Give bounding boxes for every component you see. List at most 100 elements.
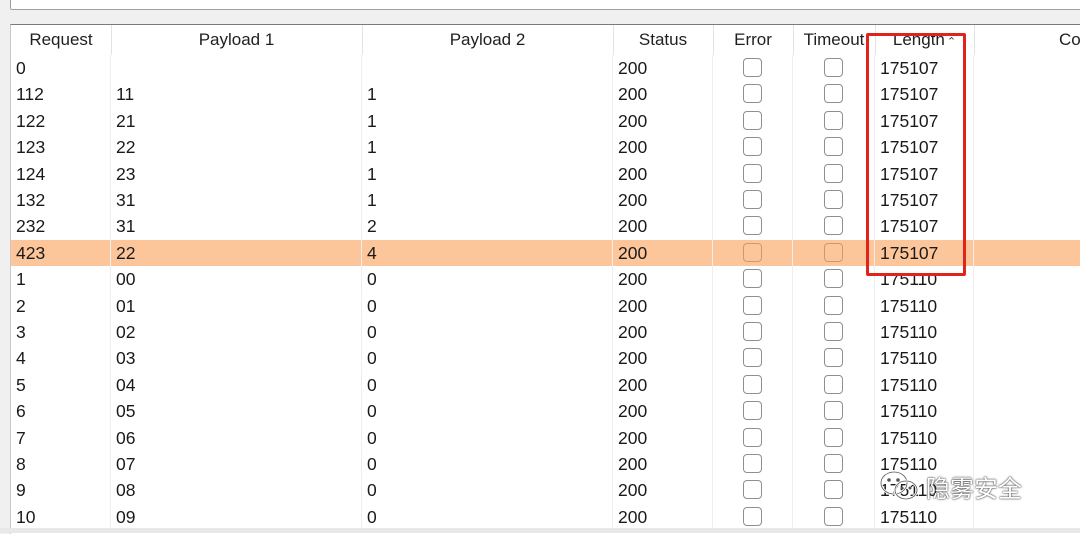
cell-request: 4 <box>11 345 111 372</box>
cell-payload-1: 31 <box>111 187 362 214</box>
timeout-checkbox[interactable] <box>824 190 843 209</box>
cell-payload-1: 02 <box>111 319 362 346</box>
table-row[interactable]: 3 02 0 200 175110 <box>11 319 1080 346</box>
error-checkbox[interactable] <box>743 401 762 421</box>
cell-payload-2: 1 <box>362 187 613 214</box>
error-checkbox[interactable] <box>743 348 762 368</box>
table-row[interactable]: 6 05 0 200 175110 <box>11 398 1080 425</box>
table-row[interactable]: 124 23 1 200 175107 <box>11 160 1080 187</box>
table-row[interactable]: 232 31 2 200 175107 <box>11 213 1080 240</box>
cell-status: 200 <box>613 107 713 135</box>
cell-timeout <box>793 424 875 451</box>
error-checkbox[interactable] <box>743 427 762 447</box>
error-checkbox[interactable] <box>743 322 762 341</box>
timeout-checkbox[interactable] <box>824 110 843 130</box>
error-checkbox[interactable] <box>743 374 762 394</box>
table-row[interactable]: 423 22 4 200 175107 <box>11 239 1080 267</box>
table-row[interactable]: 123 22 1 200 175107 <box>11 134 1080 161</box>
cell-status: 200 <box>613 477 713 504</box>
cell-comment <box>974 213 1080 239</box>
timeout-checkbox[interactable] <box>824 480 843 500</box>
cell-status: 200 <box>613 213 713 240</box>
table-row[interactable]: 7 06 0 200 175110 <box>11 424 1080 451</box>
cell-payload-1: 21 <box>111 107 362 135</box>
cell-comment <box>974 266 1080 292</box>
wechat-icon <box>878 469 920 503</box>
table-row[interactable]: 1 00 0 200 175110 <box>11 266 1080 293</box>
timeout-checkbox[interactable] <box>824 506 843 526</box>
column-header-payload-2[interactable]: Payload 2 <box>362 25 614 55</box>
cell-length: 175107 <box>875 81 974 108</box>
column-header-length[interactable]: Length ⌃ <box>875 25 975 55</box>
cell-request: 5 <box>11 371 111 399</box>
cell-error <box>713 213 793 240</box>
table-row[interactable]: 122 21 1 200 175107 <box>11 107 1080 135</box>
timeout-checkbox[interactable] <box>824 163 843 183</box>
cell-length: 175110 <box>875 292 974 319</box>
error-checkbox[interactable] <box>743 216 762 236</box>
column-header-status[interactable]: Status <box>613 25 714 55</box>
error-checkbox[interactable] <box>743 454 762 473</box>
cell-length: 175107 <box>875 134 974 161</box>
cell-comment <box>974 345 1080 371</box>
cell-payload-2: 1 <box>362 81 613 108</box>
timeout-checkbox[interactable] <box>824 295 843 315</box>
table-row[interactable]: 132 31 1 200 175107 <box>11 187 1080 214</box>
timeout-checkbox[interactable] <box>824 216 843 236</box>
cell-status: 200 <box>613 81 713 108</box>
table-row[interactable]: 112 11 1 200 175107 <box>11 81 1080 108</box>
column-header-error[interactable]: Error <box>713 25 794 55</box>
cell-error <box>713 187 793 214</box>
error-checkbox[interactable] <box>743 480 762 500</box>
error-checkbox[interactable] <box>743 84 762 104</box>
timeout-checkbox[interactable] <box>824 84 843 104</box>
watermark: 隐雾安全 <box>878 468 1022 504</box>
error-checkbox[interactable] <box>743 58 762 77</box>
cell-payload-2 <box>362 55 613 82</box>
cell-payload-2: 4 <box>362 239 613 267</box>
table-row[interactable]: 10 09 0 200 175110 <box>11 503 1080 531</box>
error-checkbox[interactable] <box>743 295 762 315</box>
cell-request: 9 <box>11 477 111 504</box>
timeout-checkbox[interactable] <box>824 374 843 394</box>
table-row[interactable]: 2 01 0 200 175110 <box>11 292 1080 319</box>
error-checkbox[interactable] <box>743 269 762 289</box>
cell-error <box>713 292 793 319</box>
filter-field[interactable] <box>10 0 1080 10</box>
horizontal-scrollbar[interactable] <box>0 528 1080 533</box>
timeout-checkbox[interactable] <box>824 322 843 341</box>
cell-length: 175110 <box>875 503 974 531</box>
cell-payload-2: 1 <box>362 134 613 161</box>
column-header-comment[interactable]: Co <box>974 25 1080 55</box>
cell-timeout <box>793 239 875 267</box>
table-row[interactable]: 4 03 0 200 175110 <box>11 345 1080 372</box>
cell-timeout <box>793 134 875 161</box>
error-checkbox[interactable] <box>743 506 762 526</box>
column-header-payload-1[interactable]: Payload 1 <box>111 25 363 55</box>
cell-length: 175107 <box>875 239 974 267</box>
table-row[interactable]: 0 200 175107 <box>11 55 1080 82</box>
error-checkbox[interactable] <box>743 110 762 130</box>
cell-comment <box>974 504 1080 530</box>
timeout-checkbox[interactable] <box>824 58 843 77</box>
timeout-checkbox[interactable] <box>824 427 843 447</box>
timeout-checkbox[interactable] <box>824 348 843 368</box>
cell-timeout <box>793 371 875 399</box>
cell-error <box>713 451 793 478</box>
timeout-checkbox[interactable] <box>824 137 843 157</box>
cell-request: 124 <box>11 160 111 187</box>
timeout-checkbox[interactable] <box>824 269 843 289</box>
timeout-checkbox[interactable] <box>824 242 843 262</box>
error-checkbox[interactable] <box>743 137 762 157</box>
window-left-edge <box>0 10 10 533</box>
table-row[interactable]: 5 04 0 200 175110 <box>11 371 1080 399</box>
error-checkbox[interactable] <box>743 163 762 183</box>
cell-payload-1: 23 <box>111 160 362 187</box>
cell-timeout <box>793 187 875 214</box>
error-checkbox[interactable] <box>743 242 762 262</box>
timeout-checkbox[interactable] <box>824 401 843 421</box>
timeout-checkbox[interactable] <box>824 454 843 473</box>
column-header-request[interactable]: Request <box>11 25 112 55</box>
column-header-timeout[interactable]: Timeout <box>793 25 876 55</box>
error-checkbox[interactable] <box>743 190 762 209</box>
